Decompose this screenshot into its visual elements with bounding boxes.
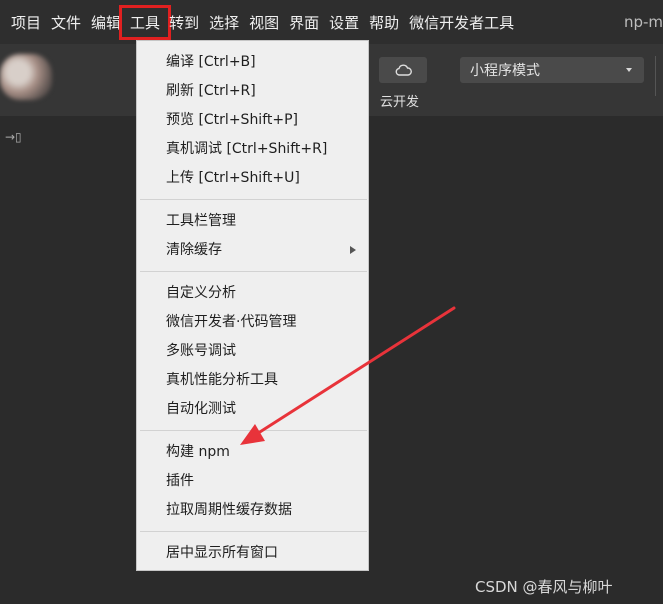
menu-item-center-windows[interactable]: 居中显示所有窗口 [137,540,368,566]
menu-separator [140,430,367,431]
menu-item-fetch-periodic-cache[interactable]: 拉取周期性缓存数据 [137,497,368,523]
menu-edit[interactable]: 编辑 [86,12,126,33]
submenu-arrow-icon [350,246,356,254]
menu-wechat-devtools[interactable]: 微信开发者工具 [404,12,519,33]
menu-item-preview[interactable]: 预览 [Ctrl+Shift+P] [137,107,368,133]
menu-select[interactable]: 选择 [204,12,244,33]
mode-select-value: 小程序模式 [470,63,540,79]
window-title-fragment: np-m [623,13,663,31]
mode-select[interactable]: 小程序模式 [460,57,644,83]
menu-item-upload[interactable]: 上传 [Ctrl+Shift+U] [137,165,368,191]
menu-item-refresh[interactable]: 刷新 [Ctrl+R] [137,78,368,104]
menu-settings[interactable]: 设置 [324,12,364,33]
watermark: CSDN @春风与柳叶 [475,578,613,596]
menu-interface[interactable]: 界面 [284,12,324,33]
cloud-dev-button[interactable] [379,57,427,83]
menu-item-device-performance[interactable]: 真机性能分析工具 [137,367,368,393]
cloud-dev-label: 云开发 [380,95,420,110]
menu-tools[interactable]: 工具 [119,4,172,40]
menu-item-compile[interactable]: 编译 [Ctrl+B] [137,49,368,75]
menu-help[interactable]: 帮助 [364,12,404,33]
menu-item-automation-test[interactable]: 自动化测试 [137,396,368,422]
menu-separator [140,199,367,200]
menu-bar: 项目 文件 编辑 工具 转到 选择 视图 界面 设置 帮助 微信开发者工具 np… [0,0,663,44]
menu-goto[interactable]: 转到 [164,12,204,33]
avatar[interactable] [0,54,52,100]
menu-item-build-npm[interactable]: 构建 npm [137,439,368,465]
menu-item-toolbar-manage[interactable]: 工具栏管理 [137,208,368,234]
collapse-panel-icon[interactable]: →▯ [5,130,22,144]
menu-separator [140,531,367,532]
tools-dropdown-menu: 编译 [Ctrl+B] 刷新 [Ctrl+R] 预览 [Ctrl+Shift+P… [136,40,369,571]
menu-item-remote-debug[interactable]: 真机调试 [Ctrl+Shift+R] [137,136,368,162]
chevron-down-icon [626,68,632,72]
menu-separator [140,271,367,272]
cloud-icon [395,64,412,76]
menu-item-custom-analysis[interactable]: 自定义分析 [137,280,368,306]
menu-item-multi-account-debug[interactable]: 多账号调试 [137,338,368,364]
menu-file[interactable]: 文件 [46,12,86,33]
menu-view[interactable]: 视图 [244,12,284,33]
toolbar-divider [655,56,656,96]
menu-item-plugins[interactable]: 插件 [137,468,368,494]
menu-item-clear-cache[interactable]: 清除缓存 [137,237,368,263]
menu-project[interactable]: 项目 [0,12,46,33]
menu-item-code-management[interactable]: 微信开发者·代码管理 [137,309,368,335]
